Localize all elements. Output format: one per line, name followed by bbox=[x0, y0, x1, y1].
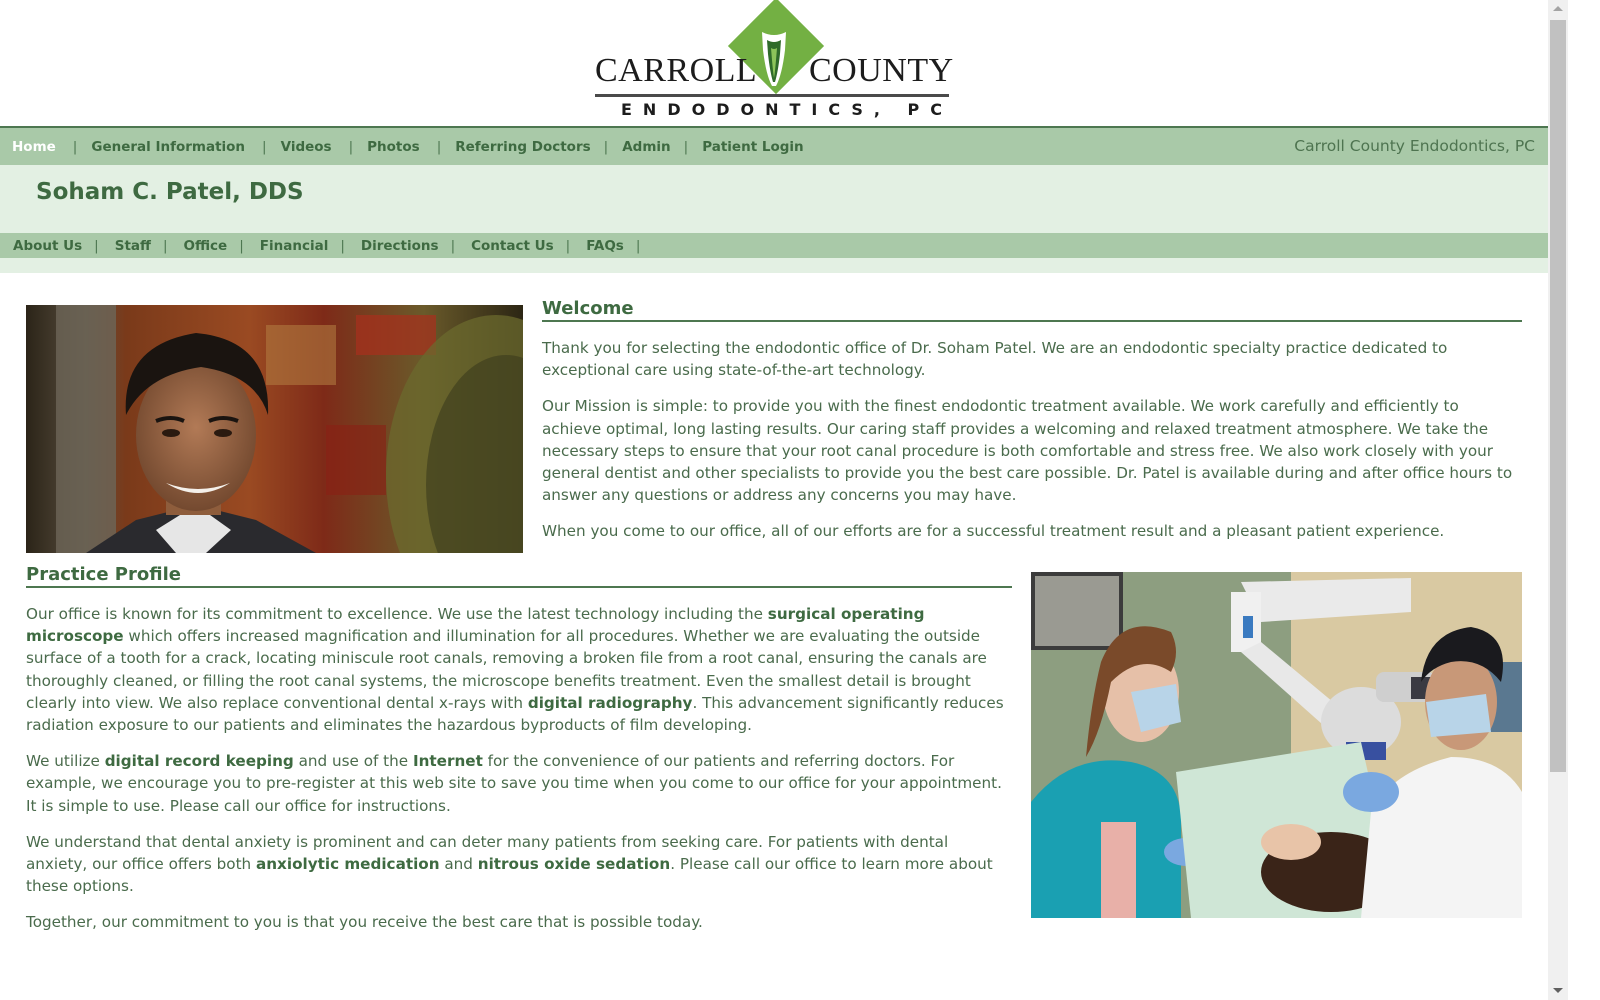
nav-separator: | bbox=[239, 237, 244, 254]
tooth-icon bbox=[762, 32, 786, 86]
site-logo[interactable]: CARROLL COUNTY ENDODONTICS, PC bbox=[595, 0, 954, 124]
sub-nav-label[interactable]: Directions bbox=[361, 238, 439, 254]
nav-separator: | bbox=[436, 138, 442, 155]
page: CARROLL COUNTY ENDODONTICS, PC Home | Gen… bbox=[0, 0, 1548, 1000]
main-nav-referring-doctors[interactable]: Referring Doctors | bbox=[455, 139, 622, 155]
nav-separator: | bbox=[348, 138, 354, 155]
scroll-down-arrow-icon[interactable] bbox=[1553, 988, 1563, 993]
main-nav-label[interactable]: Patient Login bbox=[702, 139, 803, 155]
highlight-text: anxiolytic medication bbox=[256, 855, 440, 874]
sub-nav-label[interactable]: Office bbox=[184, 238, 228, 254]
logo-divider bbox=[595, 94, 949, 97]
logo-word-county: COUNTY bbox=[809, 52, 954, 89]
profile-paragraph: We utilize digital record keeping and us… bbox=[26, 750, 1012, 817]
nav-separator: | bbox=[262, 138, 267, 155]
text: and use of the bbox=[293, 752, 413, 771]
sub-nav-staff[interactable]: Staff | bbox=[115, 238, 184, 254]
sub-nav: About Us | Staff | Office | Financial | Dire… bbox=[0, 233, 1548, 258]
sub-nav-label[interactable]: Staff bbox=[115, 238, 151, 254]
welcome-heading: Welcome bbox=[542, 298, 1522, 322]
main-nav-label[interactable]: Home bbox=[12, 139, 56, 155]
highlight-text: digital record keeping bbox=[104, 752, 294, 771]
title-band: Soham C. Patel, DDS About Us | Staff | Off… bbox=[0, 165, 1548, 273]
welcome-paragraph: Thank you for selecting the endodontic o… bbox=[542, 339, 1448, 380]
welcome-paragraph: Our Mission is simple: to provide you wi… bbox=[542, 397, 1513, 505]
sub-nav-label[interactable]: About Us bbox=[13, 238, 82, 254]
highlight-text: nitrous oxide sedation bbox=[477, 855, 671, 874]
nav-separator: | bbox=[603, 138, 609, 155]
nav-separator: | bbox=[683, 138, 689, 155]
welcome-paragraph: When you come to our office, all of our … bbox=[542, 522, 1445, 541]
sub-nav-office[interactable]: Office | bbox=[184, 238, 260, 254]
clinic-illustration bbox=[1031, 572, 1522, 918]
sub-nav-label[interactable]: Contact Us bbox=[471, 238, 554, 254]
text: We utilize bbox=[26, 752, 105, 771]
main-nav: Home | General Information | Videos | Photo… bbox=[0, 126, 1548, 167]
main-nav-label[interactable]: Photos bbox=[367, 139, 420, 155]
sub-nav-financial[interactable]: Financial | bbox=[260, 238, 361, 254]
profile-paragraph: Together, our commitment to you is that … bbox=[26, 913, 703, 932]
profile-paragraph: Our office is known for its commitment t… bbox=[26, 603, 1012, 736]
practice-profile-heading: Practice Profile bbox=[26, 564, 1012, 588]
practice-profile-section: Practice Profile Our office is known for… bbox=[26, 564, 1012, 934]
sub-nav-faqs[interactable]: FAQs | bbox=[586, 238, 656, 254]
main-nav-videos[interactable]: Videos | bbox=[281, 139, 368, 155]
logo-word-carroll: CARROLL bbox=[595, 52, 758, 89]
main-nav-home[interactable]: Home | bbox=[12, 139, 91, 155]
sub-nav-label[interactable]: FAQs bbox=[586, 238, 624, 254]
logo-subtitle: ENDODONTICS, PC bbox=[621, 100, 954, 119]
main-nav-patient-login[interactable]: Patient Login bbox=[702, 139, 803, 155]
sub-nav-contact-us[interactable]: Contact Us | bbox=[471, 238, 586, 254]
sub-nav-about-us[interactable]: About Us | bbox=[13, 238, 115, 254]
main-nav-label[interactable]: General Information bbox=[91, 139, 245, 155]
sub-nav-label[interactable]: Financial bbox=[260, 238, 329, 254]
main-nav-photos[interactable]: Photos | bbox=[367, 139, 455, 155]
main-nav-general-information[interactable]: General Information | bbox=[91, 139, 280, 155]
vertical-scrollbar[interactable] bbox=[1548, 0, 1568, 1000]
main-nav-admin[interactable]: Admin | bbox=[622, 139, 702, 155]
main-nav-label[interactable]: Referring Doctors bbox=[455, 139, 590, 155]
highlight-text: Internet bbox=[412, 752, 483, 771]
text: and bbox=[439, 855, 478, 874]
highlight-text: digital radiography bbox=[527, 693, 693, 712]
doctor-portrait-image bbox=[26, 305, 523, 553]
sub-nav-directions[interactable]: Directions | bbox=[361, 238, 471, 254]
page-title: Soham C. Patel, DDS bbox=[36, 179, 304, 205]
nav-separator: | bbox=[72, 138, 78, 155]
nav-separator: | bbox=[340, 237, 345, 254]
nav-separator: | bbox=[565, 237, 571, 254]
nav-separator: | bbox=[94, 237, 99, 254]
main-nav-label[interactable]: Videos bbox=[281, 139, 332, 155]
scrollbar-thumb[interactable] bbox=[1550, 20, 1566, 772]
main-nav-label[interactable]: Admin bbox=[622, 139, 670, 155]
scroll-up-arrow-icon[interactable] bbox=[1553, 6, 1563, 11]
nav-separator: | bbox=[162, 237, 168, 254]
profile-paragraph: We understand that dental anxiety is pro… bbox=[26, 831, 1012, 898]
nav-separator: | bbox=[635, 237, 641, 254]
site-name: Carroll County Endodontics, PC bbox=[1294, 137, 1535, 155]
clinic-microscope-image bbox=[1031, 572, 1522, 918]
portrait-illustration bbox=[26, 305, 523, 553]
text: Our office is known for its commitment t… bbox=[26, 605, 768, 623]
nav-separator: | bbox=[450, 237, 456, 254]
welcome-section: Welcome Thank you for selecting the endo… bbox=[542, 298, 1522, 543]
